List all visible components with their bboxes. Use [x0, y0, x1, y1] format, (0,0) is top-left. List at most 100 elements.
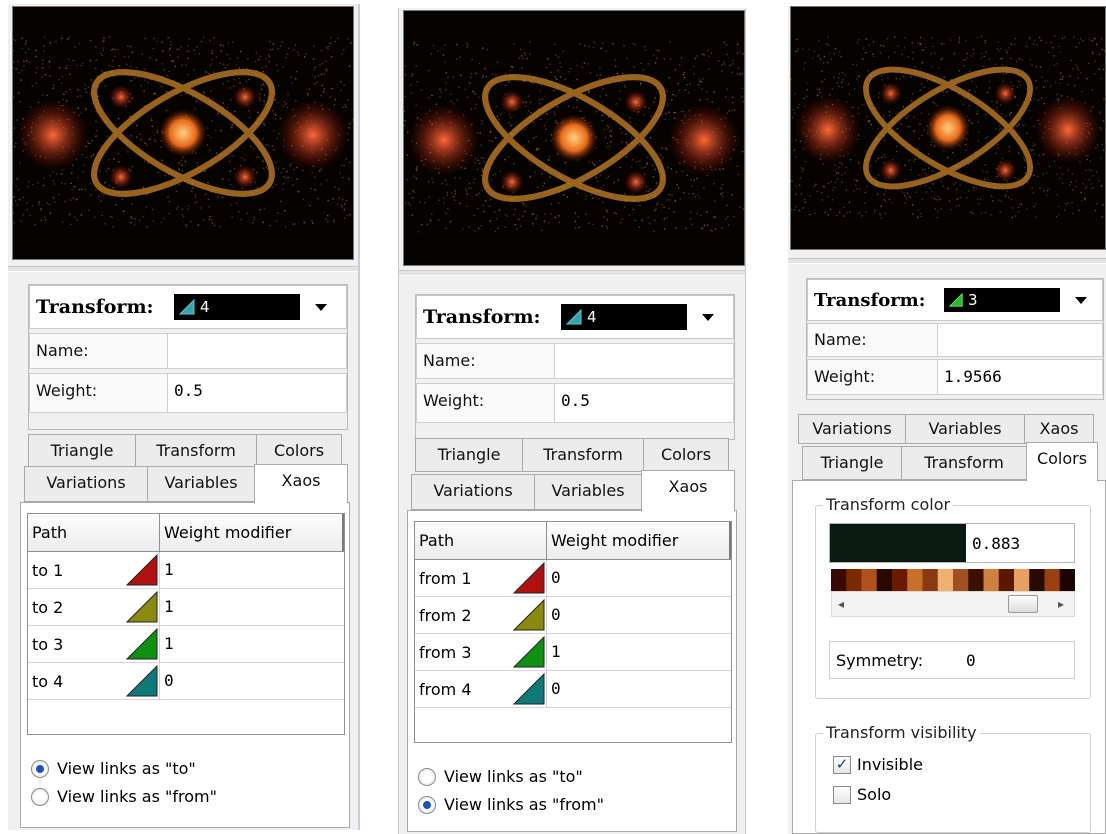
splitter[interactable]	[399, 270, 745, 276]
transform-combo[interactable]: 4	[174, 294, 300, 320]
radio-button[interactable]	[31, 787, 49, 806]
invisible-label: Invisible	[857, 755, 923, 774]
invisible-checkbox[interactable]: ✓	[833, 755, 851, 774]
path-header[interactable]: Path	[415, 522, 547, 559]
path-cell: from 3	[419, 642, 472, 662]
tab-colors[interactable]: Colors	[643, 438, 729, 472]
tab-variables[interactable]: Variables	[534, 474, 642, 510]
transform-visibility-group	[815, 733, 1091, 833]
weight-field[interactable]: 0.5	[168, 374, 346, 412]
table-row[interactable]: to 1 1	[28, 552, 344, 589]
xaos-tab-body: Path Weight modifier to 1 1 to 2 1 to 3 1 t…	[20, 502, 350, 828]
weight-modifier-cell[interactable]: 1	[160, 552, 344, 588]
flame-center-glow	[925, 104, 971, 152]
table-row[interactable]: from 2 0	[415, 597, 731, 634]
transform-triangle-icon	[126, 665, 158, 697]
transform-combo[interactable]: 4	[561, 304, 687, 330]
weight-modifier-cell[interactable]: 0	[160, 663, 344, 699]
transform-triangle-icon	[126, 554, 158, 586]
name-label: Name:	[808, 324, 938, 356]
weight-modifier-header[interactable]: Weight modifier	[547, 522, 731, 559]
palette-band	[1014, 569, 1030, 591]
tab-transform[interactable]: Transform	[522, 438, 644, 472]
weight-modifier-header[interactable]: Weight modifier	[160, 514, 344, 551]
weight-modifier-cell[interactable]: 0	[547, 560, 731, 596]
weight-modifier-cell[interactable]: 1	[160, 589, 344, 625]
scroll-right-icon[interactable]: ▸	[1058, 597, 1064, 611]
table-row[interactable]: from 3 1	[415, 634, 731, 671]
weight-modifier-cell[interactable]: 1	[547, 634, 731, 670]
flame-center-glow	[159, 109, 207, 157]
transform-triangle-icon	[513, 562, 545, 594]
transform-triangle-icon	[513, 673, 545, 705]
solo-checkbox-row[interactable]: Solo	[833, 785, 891, 804]
color-scrollbar[interactable]: ◂ ▸	[831, 591, 1075, 617]
tab-transform[interactable]: Transform	[901, 446, 1027, 480]
radio-button[interactable]	[31, 759, 49, 778]
chevron-down-icon	[702, 313, 714, 321]
palette-band	[861, 569, 878, 591]
flame-red-spot	[624, 90, 648, 114]
name-field[interactable]	[938, 324, 1102, 356]
name-field[interactable]	[555, 344, 733, 378]
radio-button[interactable]	[418, 795, 436, 814]
transform-triangle-icon	[565, 308, 582, 325]
tab-transform[interactable]: Transform	[135, 434, 257, 468]
flame-preview-image	[404, 12, 744, 264]
weight-modifier-cell[interactable]: 0	[547, 597, 731, 633]
solo-checkbox[interactable]	[833, 785, 851, 804]
transform-color-title: Transform color	[823, 495, 954, 514]
tab-triangle[interactable]: Triangle	[802, 446, 902, 480]
table-row[interactable]: to 3 1	[28, 626, 344, 663]
path-header[interactable]: Path	[28, 514, 160, 551]
palette-band	[953, 569, 969, 591]
tab-variations[interactable]: Variations	[411, 474, 535, 510]
view-links-to-radio[interactable]: View links as "to"	[31, 759, 196, 778]
view-links-from-radio[interactable]: View links as "from"	[31, 787, 217, 806]
tab-triangle[interactable]: Triangle	[415, 438, 523, 472]
scroll-thumb[interactable]	[1008, 595, 1038, 613]
view-links-from-radio[interactable]: View links as "from"	[418, 795, 604, 814]
splitter[interactable]	[788, 258, 1106, 264]
xaos-grid: Path Weight modifier from 1 0 from 2 0 fro…	[414, 521, 732, 743]
tab-triangle[interactable]: Triangle	[28, 434, 136, 468]
invisible-checkbox-row[interactable]: ✓ Invisible	[833, 755, 923, 774]
tab-xaos[interactable]: Xaos	[1024, 414, 1094, 444]
tab-colors[interactable]: Colors	[256, 434, 342, 468]
palette-band	[922, 569, 939, 591]
flame-red-spot	[994, 158, 1017, 182]
transform-dropdown-button[interactable]	[689, 304, 727, 330]
transform-combo[interactable]: 3	[944, 288, 1060, 312]
tab-variations[interactable]: Variations	[24, 466, 148, 502]
flame-red-spot	[109, 165, 133, 189]
weight-field[interactable]: 0.5	[555, 384, 733, 422]
flame-side-glow	[17, 99, 89, 171]
tab-colors[interactable]: Colors	[1026, 442, 1098, 482]
flame-red-spot	[500, 170, 524, 194]
palette-band	[1029, 569, 1045, 591]
splitter[interactable]	[8, 266, 358, 272]
tab-variations[interactable]: Variations	[798, 414, 906, 444]
scroll-left-icon[interactable]: ◂	[838, 597, 844, 611]
transform-dropdown-button[interactable]	[1062, 288, 1100, 312]
tab-variables[interactable]: Variables	[905, 414, 1025, 444]
radio-dot	[36, 764, 44, 773]
weight-modifier-cell[interactable]: 1	[160, 626, 344, 662]
table-row[interactable]: from 1 0	[415, 560, 731, 597]
tab-variables[interactable]: Variables	[147, 466, 255, 502]
view-links-to-radio[interactable]: View links as "to"	[418, 767, 583, 786]
table-row[interactable]: to 2 1	[28, 589, 344, 626]
table-row[interactable]: to 4 0	[28, 663, 344, 700]
tab-xaos[interactable]: Xaos	[641, 470, 735, 512]
weight-modifier-cell[interactable]: 0	[547, 671, 731, 707]
weight-field[interactable]: 1.9566	[938, 360, 1102, 394]
tab-xaos[interactable]: Xaos	[254, 464, 348, 504]
name-field[interactable]	[168, 334, 346, 368]
flame-red-spot	[994, 81, 1017, 105]
transform-dropdown-button[interactable]	[302, 294, 340, 320]
color-value-field[interactable]: 0.883	[829, 523, 1075, 563]
flame-side-glow	[1034, 95, 1102, 165]
symmetry-field[interactable]: 0	[966, 651, 976, 670]
radio-button[interactable]	[418, 767, 436, 786]
table-row[interactable]: from 4 0	[415, 671, 731, 708]
